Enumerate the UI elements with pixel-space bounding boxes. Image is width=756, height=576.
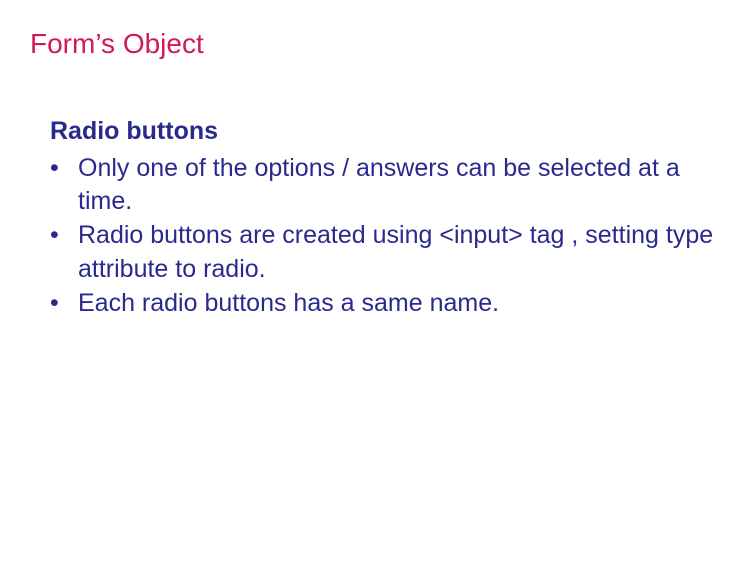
list-item: Only one of the options / answers can be…: [50, 152, 726, 220]
slide: Form’s Object Radio buttons Only one of …: [0, 0, 756, 576]
slide-content: Radio buttons Only one of the options / …: [30, 115, 726, 320]
list-item: Radio buttons are created using <input> …: [50, 219, 726, 287]
list-item: Each radio buttons has a same name.: [50, 287, 726, 321]
bullet-list: Only one of the options / answers can be…: [50, 152, 726, 321]
content-subheading: Radio buttons: [50, 115, 726, 148]
slide-title: Form’s Object: [30, 28, 726, 60]
